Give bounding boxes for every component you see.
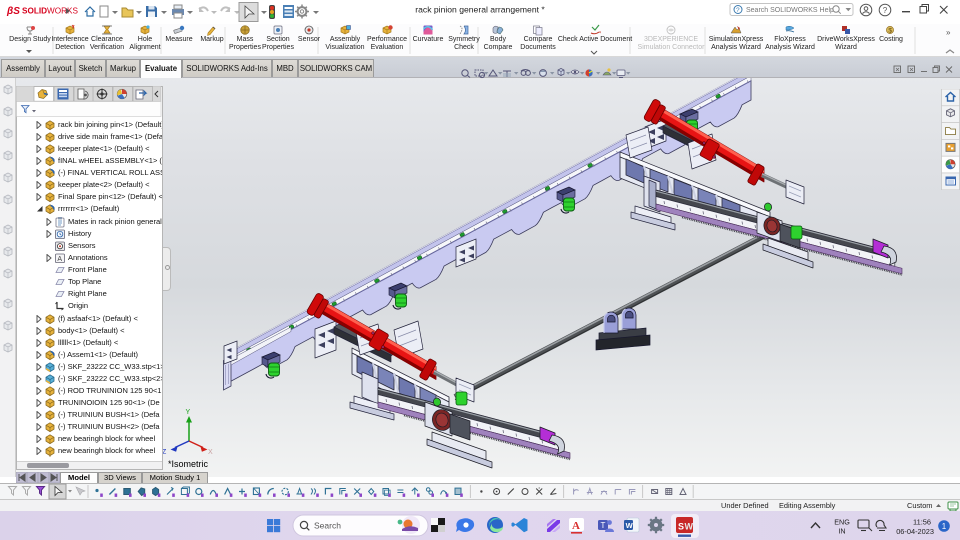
- svg-text:ENG: ENG: [834, 518, 850, 527]
- svg-text:S: S: [678, 522, 684, 532]
- svg-text:11:56: 11:56: [913, 518, 931, 527]
- svg-text:Search SOLIDWORKS Help: Search SOLIDWORKS Help: [746, 7, 834, 14]
- svg-text:βS: βS: [6, 6, 20, 17]
- svg-text:A: A: [57, 256, 62, 263]
- svg-text:»: »: [946, 28, 951, 37]
- svg-text:1: 1: [942, 522, 947, 531]
- svg-text:?: ?: [883, 6, 888, 15]
- svg-text:W: W: [626, 521, 634, 530]
- svg-text:IN: IN: [838, 527, 845, 536]
- svg-text:SOLIDWORKS: SOLIDWORKS: [22, 7, 79, 16]
- svg-text:06-04-2023: 06-04-2023: [896, 527, 934, 536]
- svg-text:Search: Search: [314, 521, 341, 531]
- svg-text:Y: Y: [186, 409, 191, 416]
- svg-text:?: ?: [736, 7, 740, 14]
- svg-text:$: $: [888, 27, 892, 34]
- svg-text:W: W: [685, 522, 694, 532]
- svg-text:X: X: [208, 449, 213, 456]
- svg-text:A: A: [572, 520, 580, 532]
- svg-text:rack pinion general arrangemen: rack pinion general arrangement *: [415, 5, 545, 15]
- svg-text:T: T: [601, 521, 606, 530]
